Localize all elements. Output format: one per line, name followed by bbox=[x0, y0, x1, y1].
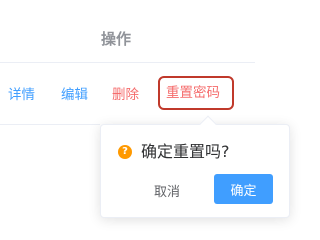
edit-link[interactable]: 编辑 bbox=[61, 85, 88, 105]
cancel-button[interactable]: 取消 bbox=[144, 176, 190, 204]
delete-link[interactable]: 删除 bbox=[112, 85, 139, 105]
reset-confirm-popover: ? 确定重置吗? 取消 确定 bbox=[100, 115, 290, 218]
row-divider bbox=[0, 124, 100, 125]
header-divider bbox=[0, 62, 255, 63]
warning-circle-icon: ? bbox=[118, 145, 132, 159]
popover-message: 确定重置吗? bbox=[141, 142, 230, 161]
column-header-actions: 操作 bbox=[100, 29, 131, 48]
confirm-button[interactable]: 确定 bbox=[214, 174, 273, 204]
popover-arrow bbox=[199, 115, 217, 133]
reset-password-link[interactable]: 重置密码 bbox=[158, 76, 234, 110]
detail-link[interactable]: 详情 bbox=[8, 85, 35, 105]
table-panel: 操作 详情 编辑 删除 重置密码 ? 确定重置吗? 取消 确定 bbox=[0, 0, 307, 237]
